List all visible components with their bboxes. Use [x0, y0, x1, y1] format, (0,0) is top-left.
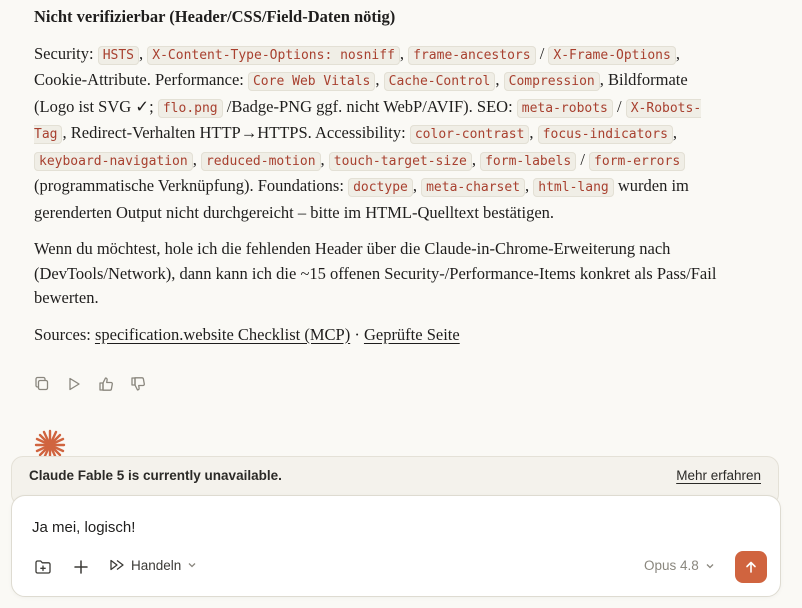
code-touch-target-size: touch-target-size	[328, 151, 472, 171]
source-link-checklist[interactable]: specification.website Checklist (MCP)	[95, 325, 350, 344]
source-link-page[interactable]: Geprüfte Seite	[364, 325, 460, 344]
code-color-contrast: color-contrast	[409, 125, 530, 144]
code-flo-png: flo.png	[157, 98, 223, 118]
code-frame-ancestors: frame-ancestors	[408, 45, 536, 65]
chevron-down-icon	[188, 563, 196, 568]
learn-more-link[interactable]: Mehr erfahren	[676, 468, 761, 483]
code-xcto: X-Content-Type-Options: nosniff	[147, 45, 400, 65]
details-paragraph: Security: HSTS, X-Content-Type-Options: …	[34, 43, 702, 222]
message-input[interactable]: Ja mei, logisch!	[32, 519, 135, 536]
attach-folder-button[interactable]	[34, 558, 52, 576]
code-html-lang: html-lang	[533, 178, 614, 197]
mode-label: Handeln	[131, 557, 182, 573]
code-xfo: X-Frame-Options	[548, 45, 676, 65]
code-form-errors: form-errors	[589, 151, 686, 171]
code-focus-indicators: focus-indicators	[537, 125, 673, 144]
assistant-message: Nicht verifizierbar (Header/CSS/Field-Da…	[34, 5, 724, 359]
code-doctype: doctype	[348, 178, 413, 197]
code-meta-charset: meta-charset	[421, 178, 526, 197]
code-cwv: Core Web Vitals	[247, 72, 376, 91]
arrow-up-icon	[746, 561, 756, 573]
composer: Ja mei, logisch! Handeln Opus 4.8	[11, 495, 781, 597]
sources-line: Sources: specification.website Checklist…	[34, 324, 460, 344]
code-hsts: HSTS	[97, 45, 140, 65]
send-button[interactable]	[735, 551, 767, 583]
code-cache-control: Cache-Control	[383, 72, 496, 91]
code-form-labels: form-labels	[480, 151, 577, 171]
copy-icon[interactable]	[34, 376, 50, 392]
play-forward-icon	[110, 559, 124, 571]
section-heading: Nicht verifizierbar (Header/CSS/Field-Da…	[34, 7, 396, 26]
code-reduced-motion: reduced-motion	[200, 151, 321, 171]
add-button[interactable]	[72, 558, 90, 576]
code-compression: Compression	[503, 72, 600, 91]
folder-plus-icon	[35, 560, 51, 574]
chevron-down-icon	[706, 563, 714, 568]
thumbs-down-icon[interactable]	[130, 376, 146, 392]
plus-icon	[74, 560, 88, 574]
thumbs-up-icon[interactable]	[98, 376, 114, 392]
message-actions	[34, 376, 146, 392]
retry-icon[interactable]	[66, 376, 82, 392]
followup-paragraph: Wenn du möchtest, hole ich die fehlenden…	[34, 239, 717, 307]
code-meta-robots: meta-robots	[516, 98, 613, 118]
banner-text: Claude Fable 5 is currently unavailable.	[29, 468, 282, 483]
model-label: Opus 4.8	[644, 558, 699, 573]
model-selector[interactable]: Opus 4.8	[644, 558, 715, 573]
code-keyboard-navigation: keyboard-navigation	[34, 151, 193, 171]
mode-selector[interactable]: Handeln	[109, 557, 197, 573]
